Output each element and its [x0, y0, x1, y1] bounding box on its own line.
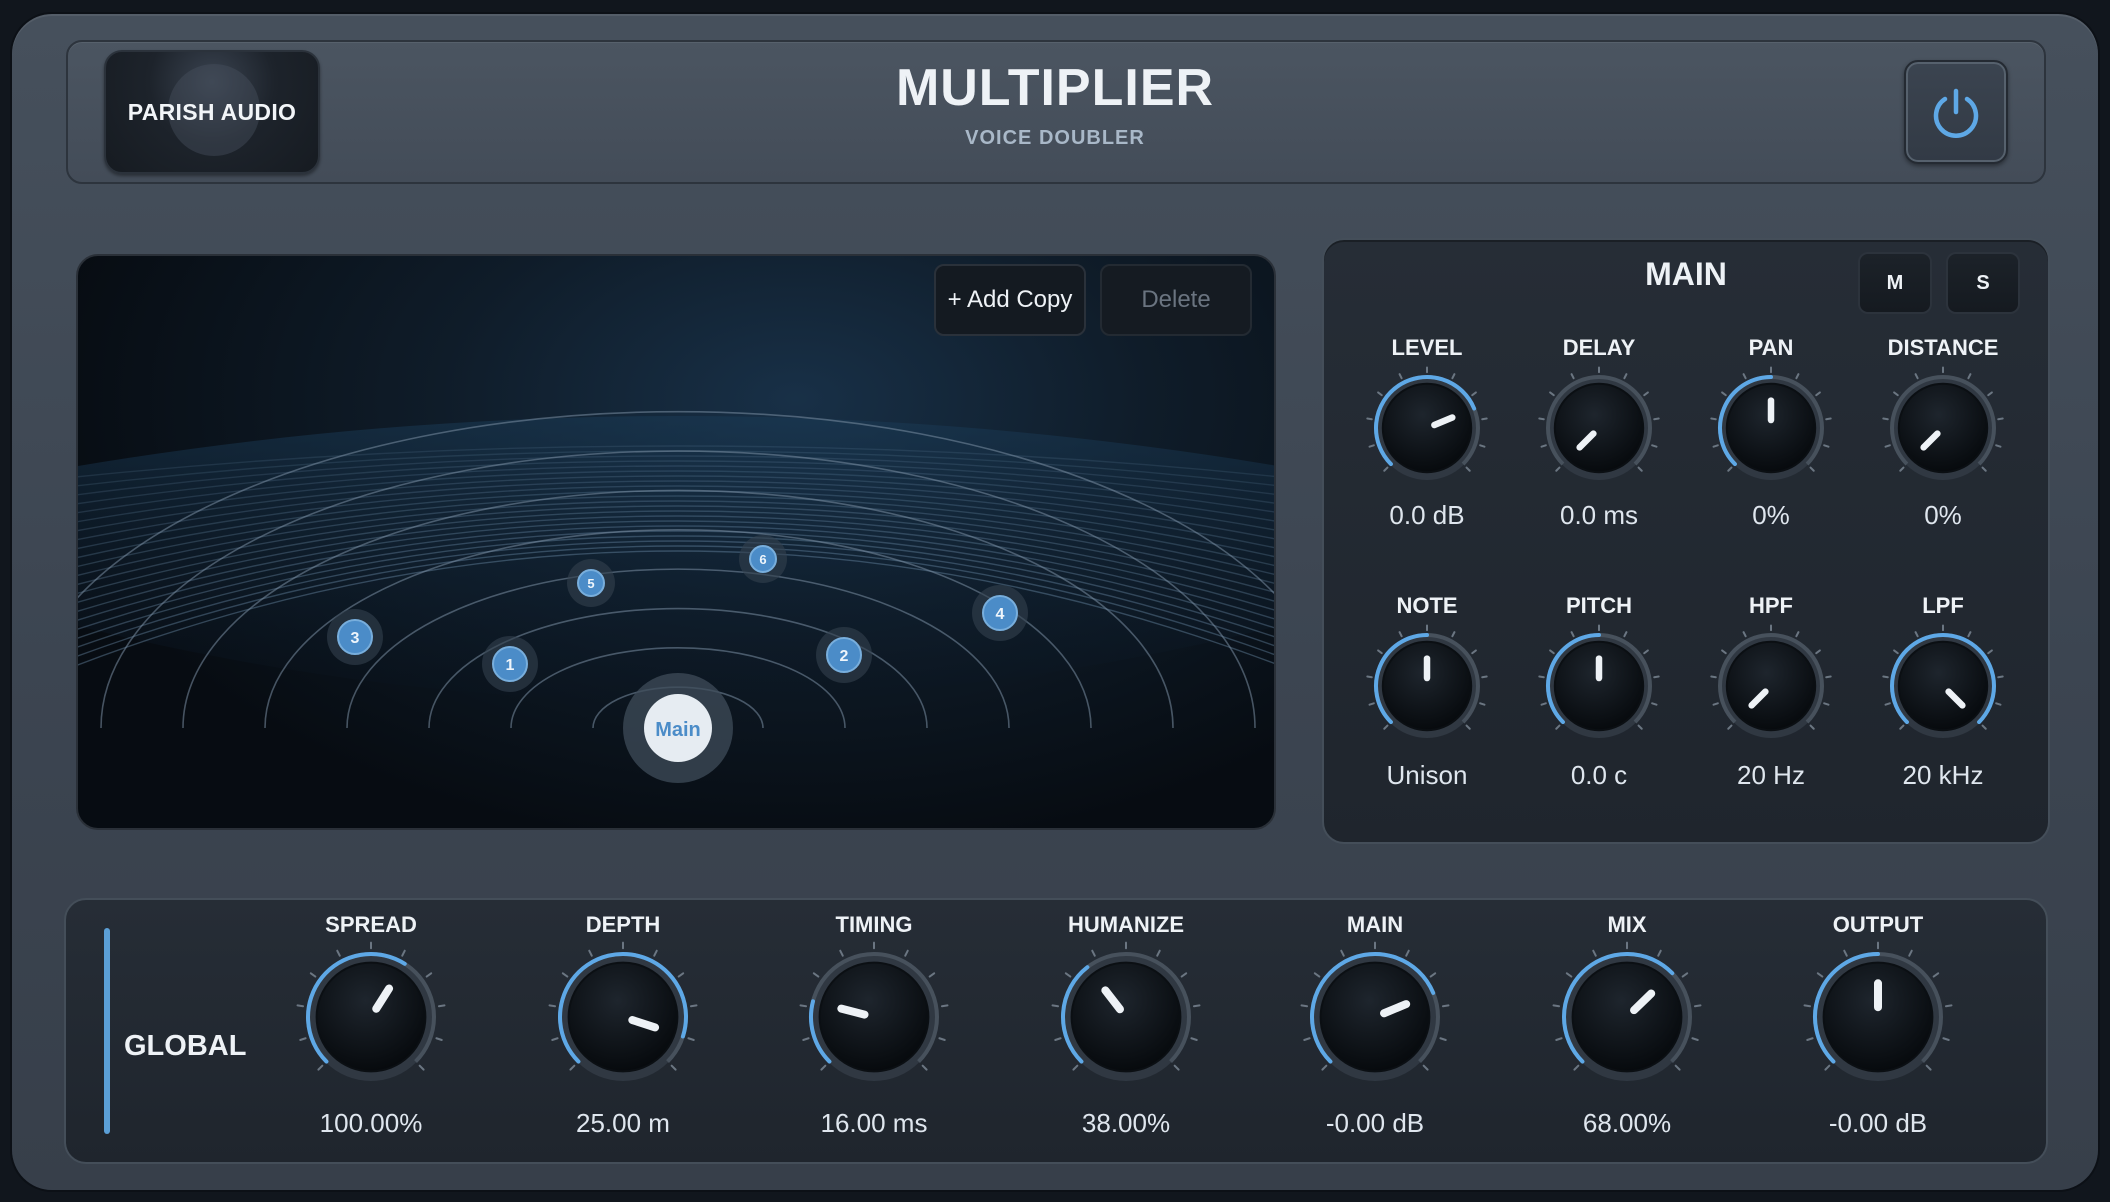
global-timing-knob[interactable] [794, 937, 954, 1097]
main-hpf-label: HPF [1749, 593, 1793, 618]
main-level-value: 0.0 dB [1389, 500, 1465, 530]
global-depth-label: DEPTH [585, 912, 661, 937]
main-note-label: NOTE [1396, 593, 1458, 618]
main-hpf-knob[interactable] [1706, 621, 1836, 751]
main-hpf-value: 20 Hz [1737, 760, 1805, 790]
global-depth-knob[interactable] [543, 937, 703, 1097]
global-mix-label: MIX [1607, 912, 1647, 937]
voice-stage[interactable]: 1 2 3 4 5 6 Main [76, 254, 1276, 830]
main-delay-value: 0.0 ms [1559, 500, 1639, 530]
voice-node-5[interactable]: 5 [567, 559, 615, 607]
delete-button[interactable]: Delete [1100, 264, 1252, 336]
voice-node-label: 2 [840, 648, 849, 665]
main-distance-label: DISTANCE [1887, 335, 1999, 360]
plugin-subtitle: VOICE DOUBLER [965, 127, 1145, 149]
voice-node-label: 6 [759, 552, 766, 567]
main-voice-panel [1322, 238, 2050, 844]
main-pan-value: 0% [1752, 500, 1790, 530]
main-distance-knob[interactable] [1878, 363, 2008, 493]
main-distance-value: 0% [1924, 500, 1962, 530]
voice-node-label: 4 [996, 606, 1005, 623]
global-spread-label: SPREAD [325, 912, 417, 937]
stage-grid: 1 2 3 4 5 6 Main [78, 410, 1274, 783]
main-note-value: Unison [1386, 760, 1468, 790]
main-lpf-value: 20 kHz [1902, 760, 1984, 790]
power-icon [1933, 88, 1979, 138]
voice-node-3[interactable]: 3 [327, 609, 383, 665]
main-voice-label: Main [655, 719, 701, 741]
main-pitch-knob[interactable] [1534, 621, 1664, 751]
main-panel-title: MAIN [1645, 256, 1727, 292]
main-lpf-label: LPF [1922, 593, 1964, 618]
solo-button[interactable]: S [1946, 252, 2020, 314]
main-voice-node[interactable]: Main [623, 673, 733, 783]
power-button[interactable] [1904, 60, 2008, 164]
global-humanize-value: 38.00% [1081, 1108, 1171, 1138]
global-main-knob[interactable] [1295, 937, 1455, 1097]
main-pan-label: PAN [1748, 335, 1794, 360]
global-mix-value: 68.00% [1582, 1108, 1672, 1138]
main-pitch-label: PITCH [1566, 593, 1632, 618]
global-main-value: -0.00 dB [1325, 1108, 1425, 1138]
voice-node-1[interactable]: 1 [482, 636, 538, 692]
main-pitch-value: 0.0 c [1570, 760, 1628, 790]
main-delay-knob[interactable] [1534, 363, 1664, 493]
main-pan-knob[interactable] [1706, 363, 1836, 493]
global-timing-value: 16.00 ms [820, 1108, 928, 1138]
global-output-value: -0.00 dB [1828, 1108, 1928, 1138]
global-accent-bar [104, 928, 110, 1134]
main-delay-label: DELAY [1562, 335, 1636, 360]
voice-node-label: 3 [351, 630, 360, 647]
add-copy-button[interactable]: + Add Copy [934, 264, 1086, 336]
voice-node-4[interactable]: 4 [972, 585, 1028, 641]
voice-node-label: 1 [506, 657, 515, 674]
voice-node-6[interactable]: 6 [739, 535, 787, 583]
global-output-label: OUTPUT [1832, 912, 1924, 937]
voice-node-label: 5 [587, 576, 594, 591]
main-level-label: LEVEL [1391, 335, 1463, 360]
plugin-title: MULTIPLIER [895, 59, 1215, 117]
global-depth-value: 25.00 m [576, 1108, 670, 1138]
global-humanize-label: HUMANIZE [1067, 912, 1185, 937]
global-mix-knob[interactable] [1547, 937, 1707, 1097]
global-output-knob[interactable] [1798, 937, 1958, 1097]
main-lpf-knob[interactable] [1878, 621, 2008, 751]
global-spread-value: 100.00% [319, 1108, 423, 1138]
global-humanize-knob[interactable] [1046, 937, 1206, 1097]
global-main-label: MAIN [1346, 912, 1404, 937]
mute-button[interactable]: M [1858, 252, 1932, 314]
global-spread-knob[interactable] [291, 937, 451, 1097]
main-note-knob[interactable] [1362, 621, 1492, 751]
global-timing-label: TIMING [835, 912, 913, 937]
voice-node-2[interactable]: 2 [816, 627, 872, 683]
main-level-knob[interactable] [1362, 363, 1492, 493]
global-title: GLOBAL [124, 1030, 247, 1062]
